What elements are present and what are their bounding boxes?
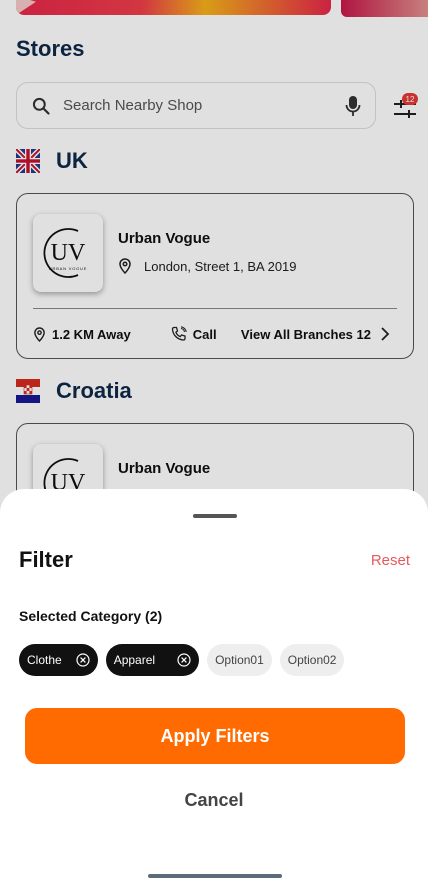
remove-circle-icon[interactable] xyxy=(177,653,191,667)
home-indicator xyxy=(148,874,282,878)
cancel-button[interactable]: Cancel xyxy=(0,790,428,811)
apply-filters-button[interactable]: Apply Filters xyxy=(25,708,405,764)
chip-selected[interactable]: Clothe xyxy=(19,644,98,676)
reset-button[interactable]: Reset xyxy=(371,552,410,569)
remove-circle-icon[interactable] xyxy=(76,653,90,667)
category-chips: Clothe Apparel Option01 Option02 xyxy=(19,644,345,676)
filter-title: Filter xyxy=(19,547,73,572)
drag-handle[interactable] xyxy=(193,514,237,518)
chip-label: Apparel xyxy=(113,653,156,667)
selected-category-heading: Selected Category (2) xyxy=(19,608,163,624)
filter-sheet: Filter Reset Selected Category (2) Cloth… xyxy=(0,489,428,886)
chip-selected[interactable]: Apparel xyxy=(105,644,200,676)
chip-label: Clothe xyxy=(27,653,62,667)
chip-option[interactable]: Option01 xyxy=(207,644,272,676)
chip-option[interactable]: Option02 xyxy=(279,644,345,676)
